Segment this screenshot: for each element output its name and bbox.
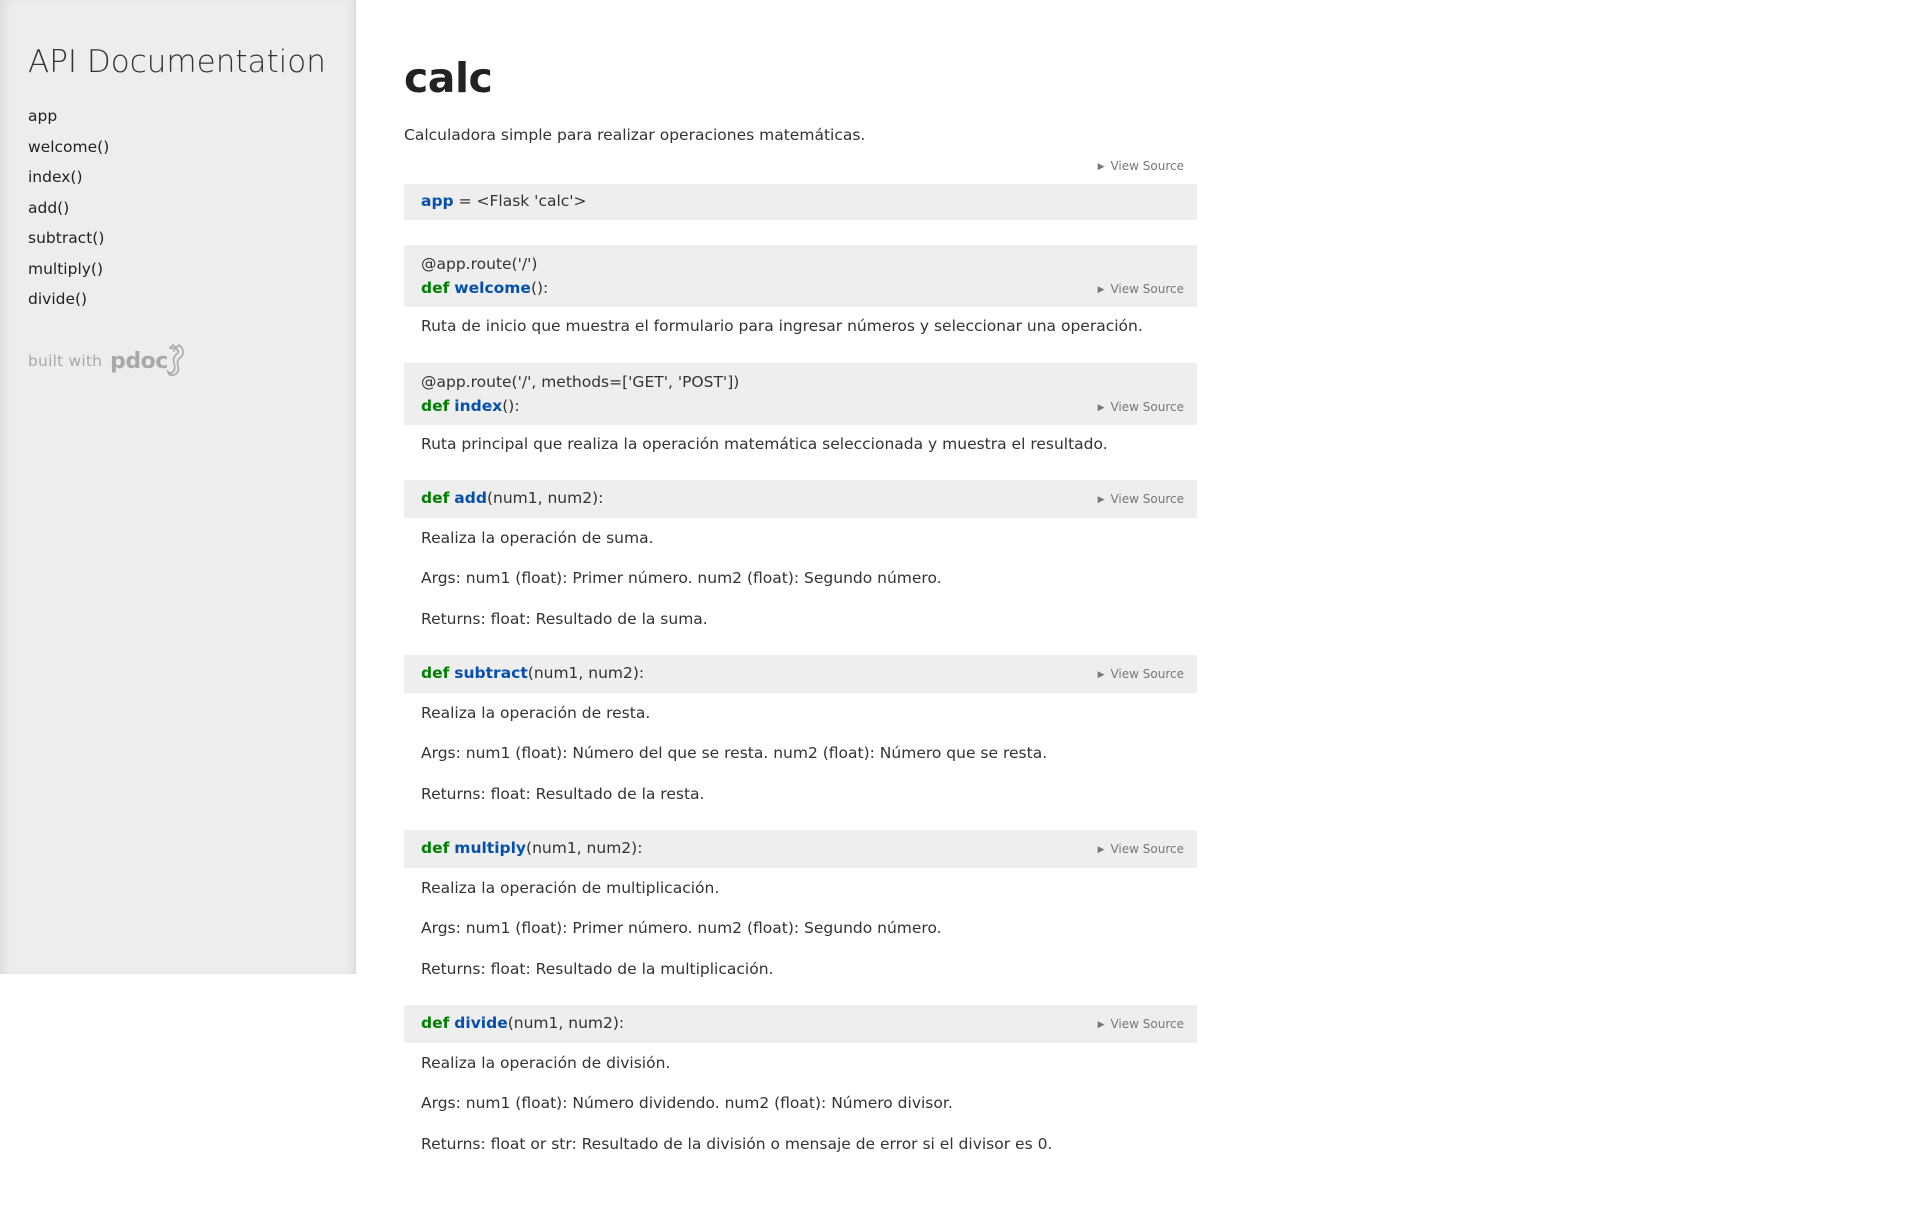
- def-keyword: def: [421, 1014, 450, 1032]
- function-def-line: def add(num1, num2):: [421, 489, 603, 507]
- view-source-module[interactable]: ▶ View Source: [1098, 159, 1184, 173]
- function-name: divide: [454, 1014, 508, 1032]
- sidebar-title: API Documentation: [28, 44, 326, 80]
- view-source-divide[interactable]: ▶ View Source: [1098, 1017, 1184, 1031]
- function-docstring: Realiza la operación de suma.: [421, 529, 654, 547]
- def-keyword: def: [421, 397, 450, 415]
- view-source-label: View Source: [1110, 1017, 1184, 1031]
- variable-app-line: app = <Flask 'calc'>: [421, 192, 587, 210]
- function-def-line: def index():: [421, 397, 520, 415]
- function-add-signature: def add(num1, num2): ▶ View Source: [404, 480, 1197, 518]
- function-returns: Returns: float: Resultado de la suma.: [421, 610, 708, 628]
- sidebar-item-index[interactable]: index(): [28, 165, 109, 196]
- function-returns: Returns: float or str: Resultado de la d…: [421, 1135, 1053, 1153]
- function-docstring: Realiza la operación de multiplicación.: [421, 879, 720, 897]
- function-subtract-signature: def subtract(num1, num2): ▶ View Source: [404, 655, 1197, 693]
- function-docstring: Realiza la operación de resta.: [421, 704, 651, 722]
- function-params: (num1, num2):: [486, 489, 604, 507]
- function-def-line: def divide(num1, num2):: [421, 1014, 624, 1032]
- function-args: Args: num1 (float): Primer número. num2 …: [421, 569, 942, 587]
- function-docstring: Ruta de inicio que muestra el formulario…: [421, 317, 1143, 335]
- pdoc-logo-text: pdoc: [110, 348, 168, 374]
- function-name: index: [454, 397, 503, 415]
- sidebar-link-add[interactable]: add(): [28, 199, 69, 217]
- function-name: welcome: [454, 279, 531, 297]
- view-source-add[interactable]: ▶ View Source: [1098, 492, 1184, 506]
- sidebar-item-multiply[interactable]: multiply(): [28, 257, 109, 288]
- function-decorator: @app.route('/', methods=['GET', 'POST']): [421, 373, 740, 391]
- sidebar-link-subtract[interactable]: subtract(): [28, 229, 104, 247]
- function-index-signature: @app.route('/', methods=['GET', 'POST'])…: [404, 363, 1197, 425]
- function-welcome-signature: @app.route('/') def welcome(): ▶ View Sou…: [404, 245, 1197, 307]
- function-def-line: def multiply(num1, num2):: [421, 839, 642, 857]
- expand-triangle-icon: ▶: [1097, 670, 1105, 680]
- view-source-index[interactable]: ▶ View Source: [1098, 400, 1184, 414]
- view-source-label: View Source: [1110, 667, 1184, 681]
- function-name: add: [454, 489, 487, 507]
- pdoc-logo-icon[interactable]: pdoc: [110, 344, 188, 378]
- view-source-welcome[interactable]: ▶ View Source: [1098, 282, 1184, 296]
- def-keyword: def: [421, 279, 450, 297]
- function-returns: Returns: float: Resultado de la resta.: [421, 785, 705, 803]
- function-params: ():: [502, 397, 520, 415]
- sidebar-item-subtract[interactable]: subtract(): [28, 226, 109, 257]
- view-source-label: View Source: [1110, 400, 1184, 414]
- function-params: ():: [530, 279, 549, 297]
- def-keyword: def: [421, 489, 450, 507]
- function-docstring: Realiza la operación de división.: [421, 1054, 671, 1072]
- expand-triangle-icon: ▶: [1097, 285, 1105, 295]
- function-args: Args: num1 (float): Número dividendo. nu…: [421, 1094, 953, 1112]
- function-args: Args: num1 (float): Número del que se re…: [421, 744, 1048, 762]
- pdoc-snake-icon: [166, 344, 184, 376]
- function-name: subtract: [454, 664, 528, 682]
- variable-value: = <Flask 'calc'>: [453, 192, 587, 210]
- def-keyword: def: [421, 664, 450, 682]
- sidebar: API Documentation app welcome() index() …: [0, 0, 356, 974]
- sidebar-link-divide[interactable]: divide(): [28, 290, 87, 308]
- function-def-line: def welcome():: [421, 279, 548, 297]
- variable-app-signature: app = <Flask 'calc'>: [404, 184, 1197, 220]
- variable-name: app: [421, 192, 454, 210]
- def-keyword: def: [421, 839, 450, 857]
- sidebar-link-index[interactable]: index(): [28, 168, 83, 186]
- function-docstring: Ruta principal que realiza la operación …: [421, 435, 1108, 453]
- function-multiply-signature: def multiply(num1, num2): ▶ View Source: [404, 830, 1197, 868]
- expand-triangle-icon: ▶: [1097, 1020, 1105, 1030]
- function-params: (num1, num2):: [527, 664, 645, 682]
- view-source-multiply[interactable]: ▶ View Source: [1098, 842, 1184, 856]
- module-title: calc: [404, 54, 493, 102]
- module-docstring: Calculadora simple para realizar operaci…: [404, 126, 866, 144]
- built-with-pdoc[interactable]: built with pdoc: [28, 344, 188, 378]
- function-params: (num1, num2):: [526, 839, 643, 857]
- function-params: (num1, num2):: [507, 1014, 625, 1032]
- expand-triangle-icon: ▶: [1097, 403, 1105, 413]
- sidebar-link-welcome[interactable]: welcome(): [28, 138, 109, 156]
- function-decorator: @app.route('/'): [421, 255, 538, 273]
- sidebar-item-divide[interactable]: divide(): [28, 287, 109, 318]
- view-source-label: View Source: [1110, 492, 1184, 506]
- sidebar-link-app[interactable]: app: [28, 107, 57, 125]
- function-returns: Returns: float: Resultado de la multipli…: [421, 960, 774, 978]
- sidebar-nav: app welcome() index() add() subtract() m…: [28, 104, 109, 318]
- view-source-label: View Source: [1110, 842, 1184, 856]
- expand-triangle-icon: ▶: [1097, 845, 1105, 855]
- sidebar-item-add[interactable]: add(): [28, 196, 109, 227]
- function-def-line: def subtract(num1, num2):: [421, 664, 644, 682]
- expand-triangle-icon: ▶: [1097, 162, 1105, 172]
- sidebar-item-welcome[interactable]: welcome(): [28, 135, 109, 166]
- view-source-label: View Source: [1110, 282, 1184, 296]
- expand-triangle-icon: ▶: [1097, 495, 1105, 505]
- sidebar-item-app[interactable]: app: [28, 104, 109, 135]
- sidebar-link-multiply[interactable]: multiply(): [28, 260, 103, 278]
- function-divide-signature: def divide(num1, num2): ▶ View Source: [404, 1005, 1197, 1043]
- built-with-label: built with: [28, 352, 103, 370]
- view-source-subtract[interactable]: ▶ View Source: [1098, 667, 1184, 681]
- view-source-label: View Source: [1110, 159, 1184, 173]
- function-args: Args: num1 (float): Primer número. num2 …: [421, 919, 942, 937]
- function-name: multiply: [454, 839, 527, 857]
